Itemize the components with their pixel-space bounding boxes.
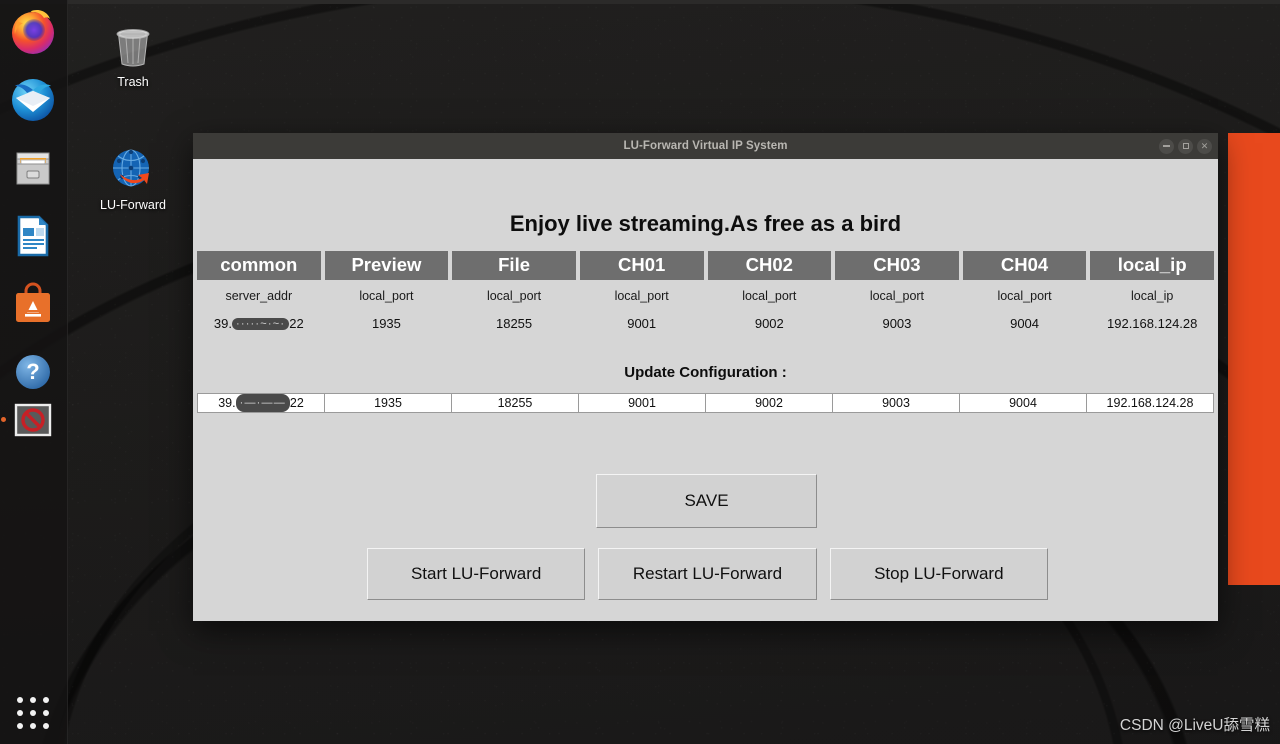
table-subheader-cell: server_addr	[225, 288, 293, 303]
dock-item-files[interactable]	[9, 144, 57, 192]
desktop-icon-lu-forward[interactable]: LU-Forward	[85, 143, 181, 212]
grid-dot	[16, 696, 23, 703]
firefox-icon	[12, 10, 54, 54]
dock-item-lu-forward-app[interactable]	[9, 396, 57, 444]
table-subheader-cell: local_port	[486, 288, 542, 303]
dock-item-ubuntu-software[interactable]	[9, 280, 57, 328]
document-icon	[17, 215, 49, 257]
server-addr-input[interactable]: 39. ·—·—— 22	[197, 392, 325, 413]
table-value-cell: 9001	[627, 315, 657, 331]
restart-lu-forward-button[interactable]: Restart LU-Forward	[598, 548, 817, 600]
server-addr-suffix: 22	[289, 315, 304, 331]
local-ip-input[interactable]: 192.168.124.28	[1086, 392, 1214, 413]
redaction-bar: ·—·——	[235, 393, 290, 412]
file-cabinet-icon	[16, 152, 50, 185]
dock-item-help[interactable]: ?	[9, 348, 57, 396]
grid-dot	[29, 709, 36, 716]
input-suffix: 22	[289, 395, 304, 410]
input-prefix: 39.	[218, 395, 236, 410]
save-button[interactable]: SAVE	[596, 474, 817, 528]
table-subheader-cell: local_port	[997, 288, 1052, 303]
table-header-cell: local_ip	[1090, 251, 1214, 280]
start-lu-forward-button[interactable]: Start LU-Forward	[367, 548, 586, 600]
dock-running-indicator	[1, 417, 6, 422]
table-value-cell: 9004	[1010, 315, 1040, 331]
grid-dot	[43, 723, 50, 730]
dock-item-libreoffice-writer[interactable]	[9, 212, 57, 260]
table-header-cell: common	[197, 251, 321, 280]
table-header-cell: CH01	[579, 251, 704, 280]
page-headline: Enjoy live streaming.As free as a bird	[509, 211, 902, 236]
table-header-row: common Preview File CH01 CH02 CH03 CH04 …	[197, 251, 1214, 280]
table-value-cell: 18255	[495, 315, 533, 331]
close-button[interactable]: ✕	[1197, 138, 1212, 154]
update-configuration-label: Update Configuration :	[624, 363, 787, 381]
application-window: LU-Forward Virtual IP System ✕ Enjoy liv…	[193, 133, 1218, 621]
table-header-cell: CH02	[707, 251, 832, 280]
grid-dot	[16, 709, 23, 716]
table-subheader-cell: local_port	[742, 288, 797, 303]
grid-dot	[43, 696, 50, 703]
table-value-cell-server-addr: 39. ·····~·~· 22	[197, 303, 321, 331]
configuration-table: common Preview File CH01 CH02 CH03 CH04 …	[193, 251, 1218, 331]
no-entry-icon	[14, 403, 52, 437]
table-header-cell: Preview	[324, 251, 449, 280]
maximize-icon	[1182, 143, 1189, 149]
lu-forward-globe-icon	[85, 143, 181, 195]
table-value-row: 39. ·····~·~· 22 1935 18255 9001 9002 9003…	[197, 303, 1214, 331]
table-subheader-cell: local_port	[359, 288, 414, 303]
software-bag-icon	[16, 282, 50, 322]
grid-dot	[43, 709, 50, 716]
show-applications-button[interactable]	[13, 693, 53, 733]
help-question-icon: ?	[16, 355, 50, 389]
table-subheader-cell: local_ip	[1130, 288, 1174, 303]
update-configuration-inputs: 39. ·—·—— 22 1935 18255 9001 9002 9003 900…	[193, 392, 1218, 413]
window-controls: ✕	[1159, 133, 1212, 159]
desktop-icon-label: LU-Forward	[100, 198, 166, 212]
window-title: LU-Forward Virtual IP System	[623, 140, 788, 152]
grid-dot	[16, 723, 23, 730]
dock-item-firefox[interactable]	[9, 8, 57, 56]
top-panel	[0, 0, 1280, 4]
close-icon: ✕	[1200, 140, 1209, 151]
thunderbird-icon	[12, 79, 54, 121]
server-addr-prefix: 39.	[213, 315, 232, 331]
table-subheader-cell: local_port	[869, 288, 925, 303]
stop-lu-forward-button[interactable]: Stop LU-Forward	[829, 548, 1048, 600]
window-content: Enjoy live streaming.As free as a bird c…	[193, 159, 1218, 621]
ch04-local-port-input[interactable]: 9004	[959, 392, 1087, 413]
preview-local-port-input[interactable]: 1935	[324, 392, 452, 413]
svg-text:?: ?	[26, 359, 39, 384]
ubuntu-dock: ?	[0, 0, 68, 744]
action-button-row: Start LU-Forward Restart LU-Forward Stop…	[367, 548, 1048, 600]
ch03-local-port-input[interactable]: 9003	[832, 392, 960, 413]
table-value-cell: 1935	[371, 315, 401, 331]
table-header-cell: File	[452, 251, 576, 280]
table-header-cell: CH04	[962, 251, 1087, 280]
window-titlebar[interactable]: LU-Forward Virtual IP System ✕	[193, 133, 1218, 159]
table-subheader-row: server_addr local_port local_port local_…	[197, 280, 1214, 303]
minimize-button[interactable]	[1159, 138, 1174, 154]
redaction-bar: ·····~·~·	[231, 317, 290, 330]
table-header-cell: CH03	[835, 251, 959, 280]
ch01-local-port-input[interactable]: 9001	[578, 392, 706, 413]
table-value-cell: 192.168.124.28	[1107, 315, 1198, 331]
minimize-icon	[1163, 145, 1170, 147]
grid-dot	[29, 696, 36, 703]
maximize-button[interactable]	[1178, 138, 1193, 154]
ch02-local-port-input[interactable]: 9002	[705, 392, 833, 413]
trash-icon	[85, 20, 181, 72]
table-value-cell: 9002	[754, 315, 784, 331]
dock-item-thunderbird[interactable]	[9, 76, 57, 124]
table-subheader-cell: local_port	[614, 288, 669, 303]
table-value-cell: 9003	[882, 315, 912, 331]
desktop-icon-label: Trash	[117, 75, 149, 89]
orange-background-panel	[1228, 133, 1280, 585]
desktop-icon-trash[interactable]: Trash	[85, 20, 181, 89]
csdn-watermark: CSDN @LiveU舔雪糕	[1119, 717, 1270, 734]
file-local-port-input[interactable]: 18255	[451, 392, 579, 413]
grid-dot	[29, 723, 36, 730]
